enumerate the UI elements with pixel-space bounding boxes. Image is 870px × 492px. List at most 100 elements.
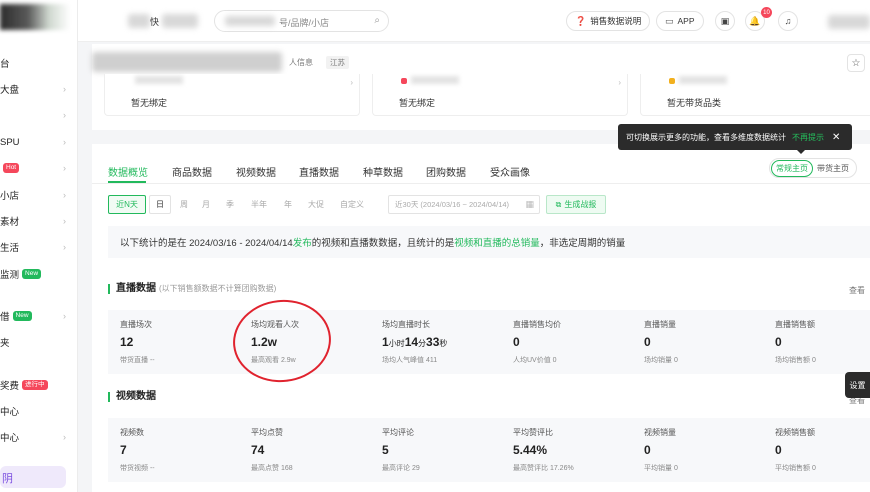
- user-name-redacted[interactable]: [828, 15, 870, 29]
- binding-card-1[interactable]: › 暂无绑定: [104, 74, 360, 116]
- search-input[interactable]: 号/品牌/小店 ⌕: [214, 10, 389, 32]
- date-filter-promotion[interactable]: 大促: [302, 195, 330, 214]
- tab-video-data[interactable]: 视频数据: [236, 164, 276, 179]
- date-filter-last-n-days[interactable]: 近N天: [108, 195, 146, 214]
- chevron-right-icon: ›: [63, 137, 66, 147]
- tab-seeding-data[interactable]: 种草数据: [363, 164, 403, 179]
- date-filter-half-year[interactable]: 半年: [245, 195, 273, 214]
- chevron-right-icon: ›: [63, 432, 66, 442]
- section-title-text: 视频数据: [116, 391, 156, 402]
- stat-video-sales[interactable]: 视频销量 0 平均销量 0: [632, 418, 762, 482]
- date-filter-month[interactable]: 月: [196, 195, 216, 214]
- chevron-right-icon: ›: [63, 216, 66, 226]
- sidebar-item-5[interactable]: 小店 ›: [0, 186, 72, 204]
- redacted-block: [135, 76, 183, 84]
- homepage-view-toggle[interactable]: 常规主页 带货主页: [769, 158, 857, 178]
- stat-live-revenue[interactable]: 直播销售额 0 场均销售额 0: [763, 310, 870, 374]
- sidebar-item-8[interactable]: 监测 New: [0, 265, 72, 283]
- selling-homepage-option[interactable]: 带货主页: [813, 161, 853, 176]
- sidebar-item-2[interactable]: ›: [0, 106, 72, 124]
- calendar-icon: ▦: [525, 199, 534, 209]
- video-stats: 视频数 7 带货视频 -- 平均点赞 74 最高点赞 168 平均评论 5 最高…: [108, 418, 870, 482]
- notice-highlight: 视频和直播的总销量: [454, 238, 540, 249]
- binding-card-3[interactable]: 暂无带货品类: [640, 74, 870, 116]
- sidebar-item-4[interactable]: Hot ›: [0, 159, 72, 177]
- date-filter-day[interactable]: 日: [149, 195, 171, 214]
- star-icon[interactable]: ☆: [847, 54, 865, 72]
- sidebar-item-3[interactable]: SPU ›: [0, 133, 72, 151]
- tab-live-data[interactable]: 直播数据: [299, 164, 339, 179]
- stat-like-comment-ratio[interactable]: 平均赞评比 5.44% 最高赞评比 17.26%: [501, 418, 631, 482]
- tab-audience-profile[interactable]: 受众画像: [490, 164, 530, 179]
- logo-blurred: [0, 4, 70, 30]
- sidebar-item-label: 台: [0, 59, 10, 70]
- stat-live-sales[interactable]: 直播销量 0 场均销量 0: [632, 310, 762, 374]
- stat-label: 平均赞评比: [513, 428, 553, 437]
- stat-label: 平均评论: [382, 428, 414, 437]
- binding-card-2[interactable]: › 暂无绑定: [372, 74, 628, 116]
- sidebar-item-6[interactable]: 素材 ›: [0, 212, 72, 230]
- tab-group-buy-data[interactable]: 团购数据: [426, 164, 466, 179]
- date-range-picker[interactable]: 近30天 (2024/03/16 ~ 2024/04/14) ▦: [388, 195, 540, 214]
- stat-value: 0: [513, 335, 520, 349]
- section-note: (以下销售额数据不计算团购数据): [159, 284, 277, 293]
- stat-avg-comments[interactable]: 平均评论 5 最高评论 29: [370, 418, 500, 482]
- search-icon[interactable]: ⌕: [374, 15, 380, 26]
- sidebar-item-13[interactable]: 中心 ›: [0, 428, 72, 446]
- app-button[interactable]: ▭ APP: [656, 11, 704, 31]
- search-placeholder: 号/品牌/小店: [279, 18, 330, 28]
- sidebar-item-1[interactable]: 大盘 ›: [0, 80, 72, 98]
- close-icon[interactable]: ✕: [832, 132, 840, 143]
- sidebar-item-label: 监测: [0, 270, 20, 281]
- stat-label: 平均点赞: [251, 428, 283, 437]
- tab-divider: [92, 183, 870, 184]
- live-section-title: 直播数据 (以下销售额数据不计算团购数据): [108, 284, 276, 294]
- stat-avg-duration[interactable]: 场均直播时长 1小时14分33秒 场均人气峰值 411: [370, 310, 500, 374]
- stat-video-revenue[interactable]: 视频销售额 0 平均销售额 0: [763, 418, 870, 482]
- date-filter-year[interactable]: 年: [278, 195, 298, 214]
- date-filter-quarter[interactable]: 季: [220, 195, 240, 214]
- sidebar-item-10[interactable]: 夹: [0, 333, 72, 351]
- regular-homepage-option[interactable]: 常规主页: [771, 159, 813, 177]
- book-icon[interactable]: ▣: [715, 11, 735, 31]
- stat-avg-likes[interactable]: 平均点赞 74 最高点赞 168: [239, 418, 369, 482]
- stat-sub: 场均人气峰值 411: [382, 357, 438, 364]
- dont-show-again-link[interactable]: 不再提示: [792, 132, 824, 143]
- tab-product-data[interactable]: 商品数据: [172, 164, 212, 179]
- generate-report-button[interactable]: ⧉ 生成战报: [546, 195, 606, 214]
- sidebar-item-12[interactable]: 中心: [0, 402, 72, 420]
- date-filter-week[interactable]: 周: [174, 195, 194, 214]
- stat-sub: 最高评论 29: [382, 465, 420, 472]
- chevron-right-icon: ›: [618, 78, 621, 87]
- chevron-right-icon: ›: [63, 110, 66, 120]
- chevron-right-icon: ›: [63, 190, 66, 200]
- sidebar-item-11[interactable]: 奖费 进行中: [0, 376, 72, 394]
- stat-live-sessions[interactable]: 直播场次 12 带货直播 --: [108, 310, 238, 374]
- redacted-block: [162, 14, 198, 28]
- sidebar-bottom-promo[interactable]: 阴: [0, 466, 66, 488]
- brand-text: 快: [150, 17, 160, 27]
- date-range-text: 近30天 (2024/03/16 ~ 2024/04/14): [395, 200, 510, 209]
- duration-minutes: 14: [404, 335, 419, 349]
- headset-icon[interactable]: ♫: [778, 11, 798, 31]
- stat-sub: 带货直播 --: [120, 357, 155, 364]
- account-header: 人信息 江苏 ☆ › 暂无绑定 › 暂无绑定 暂无带货品类: [92, 44, 870, 130]
- feature-tooltip: 可切换展示更多的功能，查看多维度数据统计 不再提示 ✕: [618, 124, 852, 154]
- stat-sub: 人均UV价值 0: [513, 357, 557, 364]
- sales-explain-button[interactable]: ❓ 销售数据说明: [566, 11, 651, 31]
- chevron-right-icon: ›: [350, 78, 353, 87]
- stat-value: 5.44%: [513, 443, 548, 457]
- notice-text: 以下统计的是在 2024/03/16 - 2024/04/14: [120, 238, 293, 249]
- sidebar-item-0[interactable]: 台: [0, 54, 72, 72]
- stat-live-avg-price[interactable]: 直播销售均价 0 人均UV价值 0: [501, 310, 631, 374]
- stat-video-count[interactable]: 视频数 7 带货视频 --: [108, 418, 238, 482]
- stat-sub: 带货视频 --: [120, 465, 155, 472]
- settings-float-tab[interactable]: 设置: [845, 372, 870, 398]
- stat-value: 12: [120, 335, 134, 349]
- sidebar-item-7[interactable]: 生活 ›: [0, 238, 72, 256]
- live-see-more-link[interactable]: 查看: [849, 285, 865, 296]
- date-filter-custom[interactable]: 自定义: [336, 195, 368, 214]
- sidebar-item-9[interactable]: 借 New ›: [0, 307, 72, 325]
- stat-value: 0: [775, 443, 782, 457]
- tab-data-overview[interactable]: 数据概览: [108, 164, 148, 179]
